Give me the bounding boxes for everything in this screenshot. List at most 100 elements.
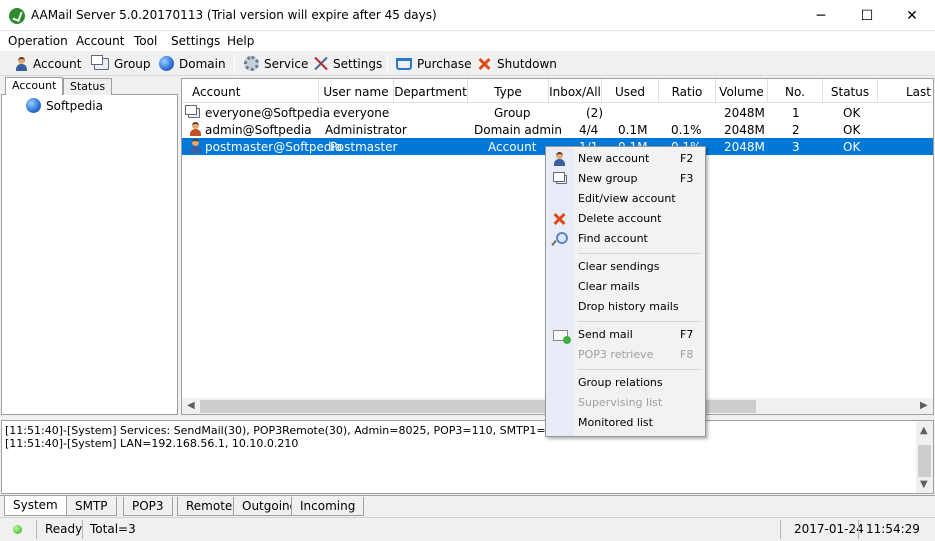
menu-item-delete-account[interactable]: Delete account [546,209,705,229]
domain-tree: Softpedia [1,95,178,415]
vertical-scrollbar[interactable]: ▲ ▼ [916,421,933,493]
scroll-thumb[interactable] [918,445,931,477]
toolbar-service-button[interactable]: Service [244,54,308,73]
menu-item-clear-mails[interactable]: Clear mails [546,277,705,297]
column-header-volume[interactable]: Volume [716,79,768,103]
tab-pop3[interactable]: POP3 [123,497,173,516]
menu-item-clear-sendings[interactable]: Clear sendings [546,257,705,277]
toolbar-shutdown-button[interactable]: Shutdown [477,54,557,73]
scroll-down-icon[interactable]: ▼ [920,479,928,490]
menu-item-label: Drop history mails [578,300,679,313]
menu-item-shortcut: F8 [680,348,694,361]
menu-separator [578,253,701,254]
menu-item-drop-history-mails[interactable]: Drop history mails [546,297,705,317]
toolbar-settings-button[interactable]: Settings [313,54,382,73]
menu-item-shortcut: F3 [680,172,694,185]
tab-status[interactable]: Status [63,78,113,95]
menu-account[interactable]: Account [76,34,124,48]
menu-tool[interactable]: Tool [134,34,157,48]
toolbar-purchase-button[interactable]: Purchase [396,54,472,73]
user-icon [14,56,28,71]
menu-item-new-group[interactable]: New group F3 [546,169,705,189]
group-icon [553,172,567,184]
cell-volume: 2048M [724,106,765,120]
toolbar-account-button[interactable]: Account [14,54,81,73]
menu-item-label: Clear sendings [578,260,660,273]
tab-remote[interactable]: Remote [177,497,242,516]
tab-system[interactable]: System [4,496,67,516]
tab-incoming[interactable]: Incoming [291,497,365,516]
menu-item-shortcut: F2 [680,152,694,165]
scroll-up-icon[interactable]: ▲ [920,425,928,436]
menu-item-label: Edit/view account [578,192,676,205]
column-header-no[interactable]: No. [768,79,823,103]
status-total: Total=3 [90,522,136,536]
scroll-left-icon[interactable]: ◀ [187,400,195,411]
menu-item-label: New account [578,152,650,165]
cell-volume: 2048M [724,140,765,154]
menu-item-group-relations[interactable]: Group relations [546,373,705,393]
status-bar: Ready Total=3 2017-01-24 11:54:29 [0,517,935,541]
menu-item-monitored-list[interactable]: Monitored list [546,413,705,433]
column-header-user-name[interactable]: User name [319,79,394,103]
maximize-button[interactable]: ☐ [844,0,890,31]
cell-inbox: 4/4 [579,123,599,137]
column-header-ratio[interactable]: Ratio [659,79,716,103]
menu-item-new-account[interactable]: New account F2 [546,149,705,169]
menu-item-label: Find account [578,232,648,245]
log-line: [11:51:40]-[System] Services: SendMail(3… [5,424,620,437]
menu-item-label: Monitored list [578,416,653,429]
minimize-button[interactable]: ─ [798,0,844,31]
menu-help[interactable]: Help [227,34,254,48]
table-row[interactable]: everyone@Softpedia everyone Group (2) 20… [182,104,933,121]
toolbar-group-button[interactable]: Group [91,54,151,73]
menu-settings[interactable]: Settings [171,34,220,48]
column-header-account[interactable]: Account [182,79,319,103]
menu-item-label: Supervising list [578,396,663,409]
left-panel: Account Status Softpedia [1,77,178,415]
scroll-right-icon[interactable]: ▶ [920,400,928,411]
close-button[interactable]: ✕ [889,0,935,31]
status-separator [858,520,859,539]
column-header-inbox-all[interactable]: Inbox/All [549,79,602,103]
tree-item-softpedia[interactable]: Softpedia [26,98,103,113]
cell-no: 1 [792,106,800,120]
cell-account: admin@Softpedia [205,123,312,137]
menu-operation[interactable]: Operation [8,34,68,48]
cell-user-name: everyone [333,106,390,120]
column-header-used[interactable]: Used [602,79,659,103]
user-icon [188,139,202,153]
log-tabs: System SMTP POP3 Remote Outgoing Incomin… [0,495,935,516]
menu-item-send-mail[interactable]: Send mail F7 [546,325,705,345]
cell-account: everyone@Softpedia [205,106,331,120]
tab-smtp[interactable]: SMTP [66,497,117,516]
toolbar-separator [234,54,235,73]
cell-no: 3 [792,140,800,154]
menu-item-label: Group relations [578,376,663,389]
menu-separator [578,369,701,370]
cell-account: postmaster@Softpedia [205,140,343,154]
tab-account[interactable]: Account [5,77,64,96]
cell-type: Group [494,106,531,120]
column-header-status[interactable]: Status [823,79,878,103]
toolbar-group-label: Group [114,56,151,71]
cell-inbox: (2) [586,106,603,120]
cell-volume: 2048M [724,123,765,137]
window-title: AAMail Server 5.0.20170113 (Trial versio… [31,8,437,22]
menu-item-label: Clear mails [578,280,640,293]
column-header-last[interactable]: Last v [878,79,933,103]
menu-item-find-account[interactable]: Find account [546,229,705,249]
menu-separator [578,321,701,322]
menu-item-edit-view-account[interactable]: Edit/view account [546,189,705,209]
toolbar-separator [387,54,388,73]
status-separator [82,520,83,539]
gear-icon [244,56,259,71]
menu-item-pop3-retrieve: POP3 retrieve F8 [546,345,705,365]
toolbar-purchase-label: Purchase [417,56,472,71]
table-row[interactable]: admin@Softpedia Administrator Domain adm… [182,121,933,138]
context-menu: New account F2 New group F3 Edit/view ac… [545,146,706,437]
column-header-type[interactable]: Type [468,79,549,103]
column-header-department[interactable]: Department [394,79,468,103]
cell-type: Account [488,140,537,154]
toolbar-domain-button[interactable]: Domain [159,54,226,73]
